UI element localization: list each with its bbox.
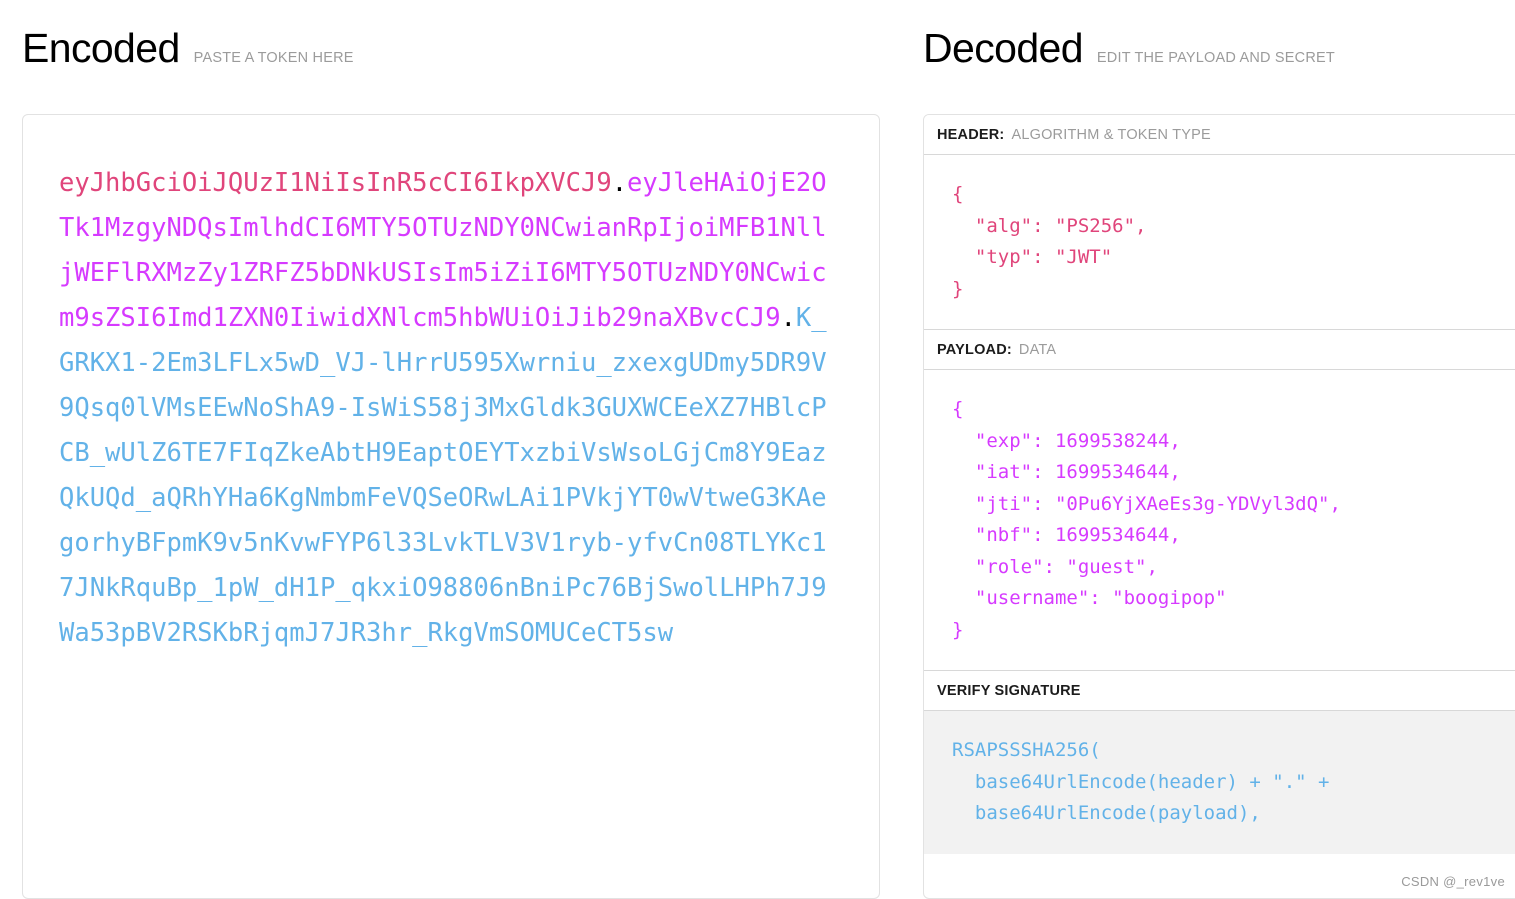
decoded-column: Decoded EDIT THE PAYLOAD AND SECRET HEAD…	[923, 0, 1515, 899]
encoded-title: Encoded	[22, 25, 180, 71]
header-json-code[interactable]: { "alg": "PS256", "typ": "JWT" }	[924, 179, 1515, 305]
header-json-editor[interactable]: { "alg": "PS256", "typ": "JWT" }	[924, 155, 1515, 330]
header-section-label: HEADER: ALGORITHM & TOKEN TYPE	[924, 115, 1515, 155]
signature-verify-editor[interactable]: RSAPSSSHA256( base64UrlEncode(header) + …	[924, 711, 1515, 854]
decoded-title: Decoded	[923, 25, 1084, 71]
payload-section-label: PAYLOAD: DATA	[924, 330, 1515, 370]
payload-label-sub: DATA	[1018, 341, 1057, 358]
header-label-sub: ALGORITHM & TOKEN TYPE	[1011, 126, 1211, 143]
encoded-header: Encoded PASTE A TOKEN HERE	[22, 0, 880, 114]
payload-json-editor[interactable]: { "exp": 1699538244, "iat": 1699534644, …	[924, 370, 1515, 671]
encoded-subtitle: PASTE A TOKEN HERE	[193, 50, 354, 66]
jwt-token-text[interactable]: eyJhbGciOiJQUzI1NiIsInR5cCI6IkpXVCJ9.eyJ…	[59, 161, 841, 656]
token-separator-2: .	[780, 303, 796, 333]
signature-section-label: VERIFY SIGNATURE	[924, 671, 1515, 711]
payload-json-code[interactable]: { "exp": 1699538244, "iat": 1699534644, …	[924, 394, 1515, 646]
payload-label-strong: PAYLOAD:	[937, 341, 1012, 358]
signature-label-strong: VERIFY SIGNATURE	[937, 682, 1081, 699]
jwt-debugger-page: Encoded PASTE A TOKEN HERE eyJhbGciOiJQU…	[0, 0, 1515, 899]
token-signature-segment: K_GRKX1-2Em3LFLx5wD_VJ-lHrrU595Xwrniu_zx…	[59, 303, 827, 648]
decoded-panel: HEADER: ALGORITHM & TOKEN TYPE { "alg": …	[923, 114, 1515, 899]
token-separator-1: .	[611, 168, 628, 198]
signature-code[interactable]: RSAPSSSHA256( base64UrlEncode(header) + …	[924, 735, 1515, 830]
decoded-header: Decoded EDIT THE PAYLOAD AND SECRET	[923, 0, 1515, 114]
header-label-strong: HEADER:	[937, 126, 1005, 143]
encoded-token-input[interactable]: eyJhbGciOiJQUzI1NiIsInR5cCI6IkpXVCJ9.eyJ…	[22, 114, 880, 899]
decoded-subtitle: EDIT THE PAYLOAD AND SECRET	[1096, 50, 1335, 66]
encoded-column: Encoded PASTE A TOKEN HERE eyJhbGciOiJQU…	[22, 0, 880, 899]
token-header-segment: eyJhbGciOiJQUzI1NiIsInR5cCI6IkpXVCJ9	[59, 168, 612, 198]
